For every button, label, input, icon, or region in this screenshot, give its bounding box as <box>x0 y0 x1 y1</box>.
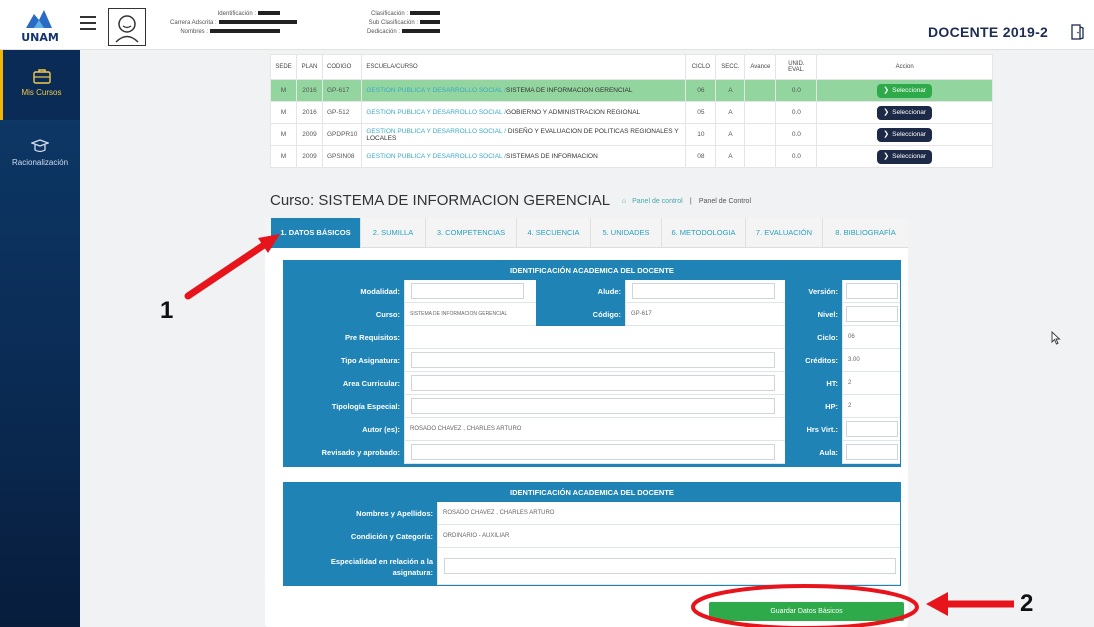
arrow-2-head <box>926 592 948 616</box>
annotation-number-2: 2 <box>1020 590 1034 617</box>
highlight-ellipse <box>691 584 919 627</box>
annotation-number-1: 1 <box>160 297 174 324</box>
mouse-cursor-icon <box>1051 331 1061 345</box>
arrow-1-shaft <box>184 241 268 300</box>
